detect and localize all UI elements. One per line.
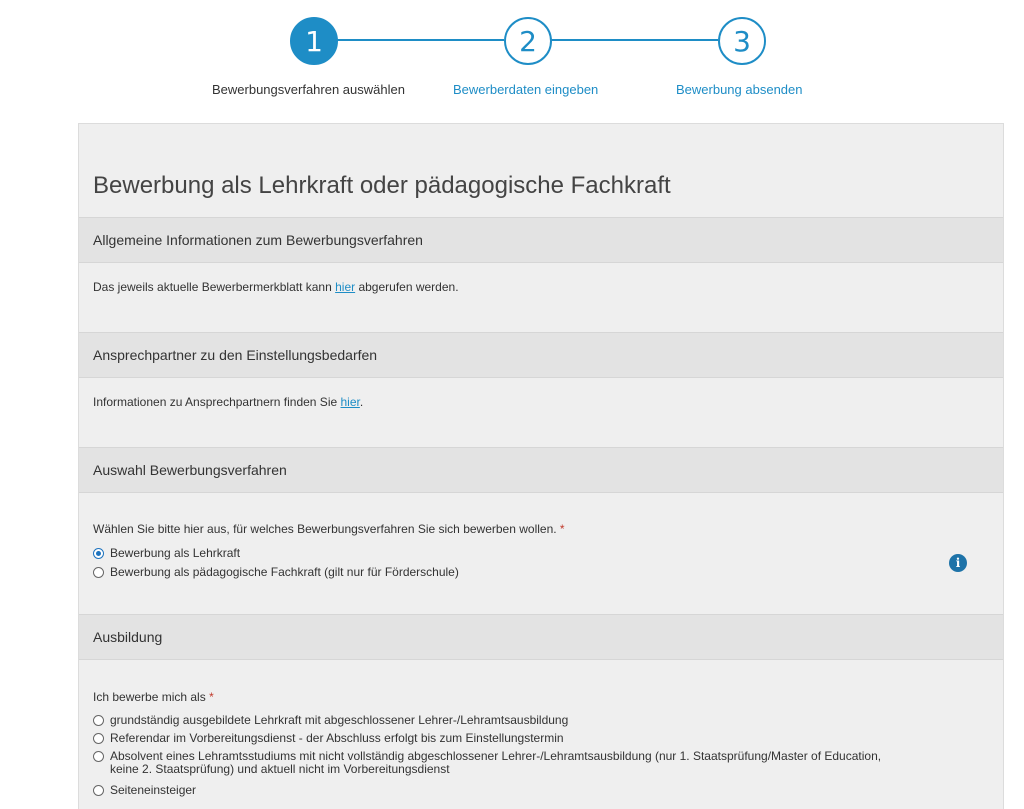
contacts-info-text-after: . bbox=[359, 395, 364, 409]
training-option-partial[interactable]: Absolvent eines Lehramtsstudiums mit nic… bbox=[93, 750, 910, 776]
section-header-general: Allgemeine Informationen zum Bewerbungsv… bbox=[79, 217, 1003, 263]
step-1-label: Bewerbungsverfahren auswählen bbox=[212, 82, 405, 97]
radio-unchecked-icon[interactable] bbox=[93, 733, 104, 744]
required-marker: * bbox=[559, 522, 565, 536]
section-header-contacts: Ansprechpartner zu den Einstellungsbedar… bbox=[79, 332, 1003, 378]
training-question-text: Ich bewerbe mich als bbox=[93, 690, 210, 704]
training-option-lateral-label: Seiteneinsteiger bbox=[110, 783, 197, 797]
info-circle-icon[interactable]: i bbox=[949, 554, 967, 572]
procedure-question: Wählen Sie bitte hier aus, für welches B… bbox=[93, 522, 565, 536]
general-info-text-after: abgerufen werden. bbox=[355, 280, 459, 294]
training-option-lateral[interactable]: Seiteneinsteiger bbox=[93, 784, 196, 797]
general-info-text-before: Das jeweils aktuelle Bewerbermerkblatt k… bbox=[93, 280, 336, 294]
required-marker: * bbox=[209, 690, 214, 704]
step-connector-2-3 bbox=[550, 39, 718, 41]
step-1-circle: 1 bbox=[290, 17, 338, 65]
section-header-training: Ausbildung bbox=[79, 614, 1003, 660]
radio-checked-icon[interactable] bbox=[93, 548, 104, 559]
training-option-partial-label: Absolvent eines Lehramtsstudiums mit nic… bbox=[110, 749, 882, 776]
procedure-option-pedagogical[interactable]: Bewerbung als pädagogische Fachkraft (gi… bbox=[93, 566, 459, 579]
merkblatt-link[interactable]: hier bbox=[335, 280, 355, 294]
procedure-option-pedagogical-label: Bewerbung als pädagogische Fachkraft (gi… bbox=[110, 565, 459, 579]
radio-unchecked-icon[interactable] bbox=[93, 785, 104, 796]
step-2-circle: 2 bbox=[504, 17, 552, 65]
step-2-label: Bewerberdaten eingeben bbox=[453, 82, 599, 97]
training-option-trainee-label: Referendar im Vorbereitungsdienst - der … bbox=[110, 731, 564, 745]
contacts-info-text-before: Informationen zu Ansprechpartnern finden… bbox=[93, 395, 341, 409]
radio-unchecked-icon[interactable] bbox=[93, 751, 104, 762]
training-option-trainee[interactable]: Referendar im Vorbereitungsdienst - der … bbox=[93, 732, 564, 745]
contacts-link[interactable]: hier bbox=[341, 395, 360, 409]
step-3-circle: 3 bbox=[718, 17, 766, 65]
general-info-text: Das jeweils aktuelle Bewerbermerkblatt k… bbox=[93, 280, 459, 294]
step-connector-1-2 bbox=[336, 39, 504, 41]
training-option-graduated-label: grundständig ausgebildete Lehrkraft mit … bbox=[110, 713, 569, 727]
progress-stepper: 1 2 3 Bewerbungsverfahren auswählen Bewe… bbox=[0, 0, 1024, 110]
contacts-info-text: Informationen zu Ansprechpartnern finden… bbox=[93, 395, 363, 409]
application-panel: Bewerbung als Lehrkraft oder pädagogisch… bbox=[78, 123, 1004, 809]
page-title: Bewerbung als Lehrkraft oder pädagogisch… bbox=[93, 172, 671, 199]
section-header-procedure: Auswahl Bewerbungsverfahren bbox=[79, 447, 1003, 493]
radio-unchecked-icon[interactable] bbox=[93, 567, 104, 578]
training-option-graduated[interactable]: grundständig ausgebildete Lehrkraft mit … bbox=[93, 714, 568, 727]
step-3-label: Bewerbung absenden bbox=[676, 82, 803, 97]
procedure-option-teacher-label: Bewerbung als Lehrkraft bbox=[110, 546, 241, 560]
procedure-question-text: Wählen Sie bitte hier aus, für welches B… bbox=[93, 522, 560, 536]
radio-unchecked-icon[interactable] bbox=[93, 715, 104, 726]
training-question: Ich bewerbe mich als * bbox=[93, 690, 214, 704]
procedure-option-teacher[interactable]: Bewerbung als Lehrkraft bbox=[93, 547, 240, 560]
